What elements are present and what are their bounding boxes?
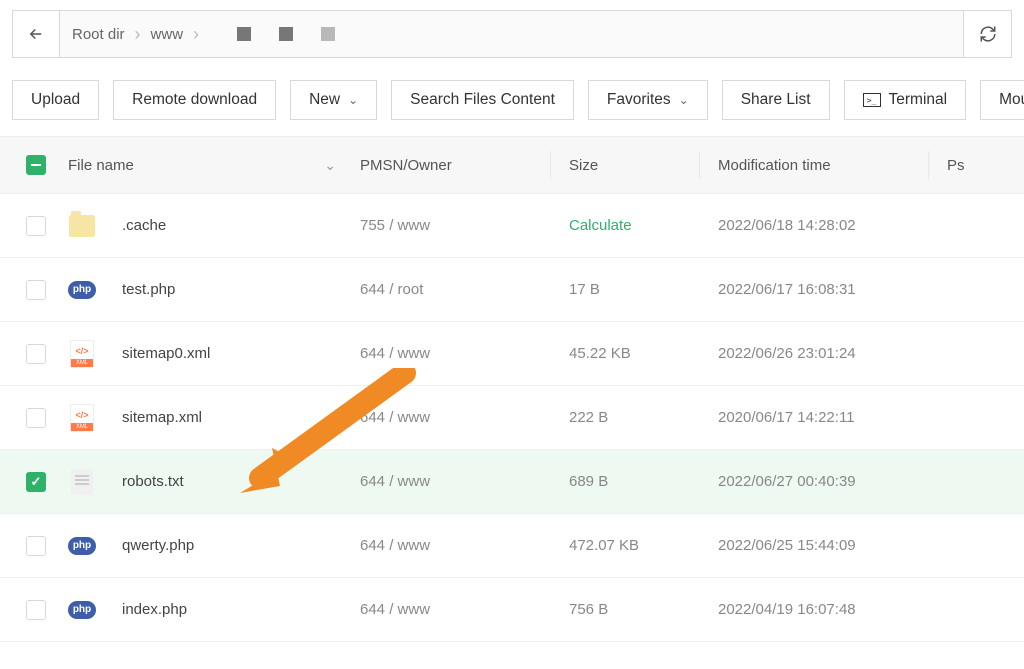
- favorites-button[interactable]: Favorites ⌄: [588, 80, 708, 120]
- arrow-left-icon: [27, 25, 45, 43]
- file-list: .cache 755 / www Calculate 2022/06/18 14:28…: [0, 194, 1024, 642]
- mounted-button[interactable]: Mounted: [980, 80, 1024, 120]
- favorites-label: Favorites: [607, 91, 671, 109]
- file-size[interactable]: Calculate: [569, 217, 632, 234]
- remote-download-label: Remote download: [132, 91, 257, 109]
- new-button[interactable]: New ⌄: [290, 80, 377, 120]
- select-all-checkbox[interactable]: [26, 155, 46, 175]
- table-row[interactable]: php index.php 644 / www 756 B 2022/04/19 16:…: [0, 578, 1024, 642]
- file-size: 17 B: [569, 281, 600, 298]
- php-icon: php: [68, 601, 96, 619]
- upload-button[interactable]: Upload: [12, 80, 99, 120]
- column-ps-label: Ps: [947, 157, 965, 174]
- terminal-label: Terminal: [889, 91, 948, 109]
- php-icon: php: [68, 537, 96, 555]
- search-label: Search Files Content: [410, 91, 555, 109]
- column-size[interactable]: Size: [569, 157, 699, 174]
- path-stubs: [237, 27, 335, 41]
- stub-icon: [237, 27, 251, 41]
- row-checkbox[interactable]: [26, 408, 46, 428]
- toolbar: Upload Remote download New ⌄ Search Files…: [0, 58, 1024, 136]
- column-mtime-label: Modification time: [718, 157, 831, 174]
- folder-icon: [69, 215, 95, 237]
- terminal-button[interactable]: >_ Terminal: [844, 80, 967, 120]
- column-ps[interactable]: Ps: [947, 157, 1024, 174]
- file-mtime: 2020/06/17 14:22:11: [718, 409, 855, 426]
- column-file-name[interactable]: File name ⌄: [60, 157, 360, 174]
- file-mtime: 2022/06/26 23:01:24: [718, 345, 856, 362]
- file-mtime: 2022/04/19 16:07:48: [718, 601, 856, 618]
- column-pmsn[interactable]: PMSN/Owner: [360, 157, 550, 174]
- table-row[interactable]: sitemap0.xml 644 / www 45.22 KB 2022/06/26 …: [0, 322, 1024, 386]
- file-size: 756 B: [569, 601, 608, 618]
- xml-icon: [70, 340, 94, 368]
- table-row[interactable]: .cache 755 / www Calculate 2022/06/18 14:28…: [0, 194, 1024, 258]
- table-row[interactable]: php qwerty.php 644 / www 472.07 KB 2022/06/2…: [0, 514, 1024, 578]
- file-size: 45.22 KB: [569, 345, 631, 362]
- new-label: New: [309, 91, 340, 109]
- xml-icon: [70, 404, 94, 432]
- terminal-icon: >_: [863, 93, 881, 107]
- file-pmsn: 644 / www: [360, 601, 430, 618]
- share-label: Share List: [741, 91, 811, 109]
- column-separator: [550, 151, 551, 179]
- file-name[interactable]: index.php: [122, 601, 187, 618]
- file-size: 472.07 KB: [569, 537, 639, 554]
- file-pmsn: 644 / www: [360, 409, 430, 426]
- chevron-down-icon: ⌄: [348, 93, 358, 107]
- file-name[interactable]: sitemap.xml: [122, 409, 202, 426]
- breadcrumb-www[interactable]: www: [151, 26, 184, 43]
- txt-icon: [71, 469, 93, 495]
- file-mtime: 2022/06/25 15:44:09: [718, 537, 856, 554]
- stub-icon: [321, 27, 335, 41]
- chevron-right-icon: ›: [193, 24, 199, 45]
- file-name[interactable]: sitemap0.xml: [122, 345, 210, 362]
- stub-icon: [279, 27, 293, 41]
- table-row[interactable]: php test.php 644 / root 17 B 2022/06/17 16:0…: [0, 258, 1024, 322]
- file-name[interactable]: .cache: [122, 217, 166, 234]
- row-checkbox[interactable]: [26, 216, 46, 236]
- column-separator: [928, 151, 929, 179]
- file-mtime: 2022/06/17 16:08:31: [718, 281, 856, 298]
- file-mtime: 2022/06/18 14:28:02: [718, 217, 856, 234]
- upload-label: Upload: [31, 91, 80, 109]
- column-pmsn-label: PMSN/Owner: [360, 157, 452, 174]
- column-mtime[interactable]: Modification time: [718, 157, 928, 174]
- back-button[interactable]: [12, 10, 60, 58]
- chevron-right-icon: ›: [135, 24, 141, 45]
- file-name[interactable]: robots.txt: [122, 473, 184, 490]
- php-icon: php: [68, 281, 96, 299]
- row-checkbox[interactable]: [26, 344, 46, 364]
- row-checkbox[interactable]: [26, 280, 46, 300]
- refresh-icon: [979, 25, 997, 43]
- row-checkbox[interactable]: [26, 536, 46, 556]
- breadcrumb-root[interactable]: Root dir: [72, 26, 125, 43]
- file-pmsn: 644 / www: [360, 345, 430, 362]
- table-row[interactable]: robots.txt 644 / www 689 B 2022/06/27 00:40…: [0, 450, 1024, 514]
- file-pmsn: 755 / www: [360, 217, 430, 234]
- table-row[interactable]: sitemap.xml 644 / www 222 B 2020/06/17 14:2…: [0, 386, 1024, 450]
- file-pmsn: 644 / www: [360, 537, 430, 554]
- column-name-label: File name: [68, 157, 134, 174]
- remote-download-button[interactable]: Remote download: [113, 80, 276, 120]
- row-checkbox[interactable]: [26, 472, 46, 492]
- file-pmsn: 644 / www: [360, 473, 430, 490]
- file-name[interactable]: test.php: [122, 281, 175, 298]
- share-list-button[interactable]: Share List: [722, 80, 830, 120]
- row-checkbox[interactable]: [26, 600, 46, 620]
- table-header: File name ⌄ PMSN/Owner Size Modification…: [0, 136, 1024, 194]
- column-separator: [699, 151, 700, 179]
- file-mtime: 2022/06/27 00:40:39: [718, 473, 856, 490]
- breadcrumb[interactable]: Root dir › www ›: [60, 10, 964, 58]
- file-name[interactable]: qwerty.php: [122, 537, 194, 554]
- file-size: 689 B: [569, 473, 608, 490]
- search-files-button[interactable]: Search Files Content: [391, 80, 574, 120]
- chevron-down-icon: ⌄: [324, 157, 336, 174]
- chevron-down-icon: ⌄: [679, 93, 689, 107]
- refresh-button[interactable]: [964, 10, 1012, 58]
- file-pmsn: 644 / root: [360, 281, 423, 298]
- mounted-label: Mounted: [999, 91, 1024, 109]
- file-size: 222 B: [569, 409, 608, 426]
- column-size-label: Size: [569, 157, 598, 174]
